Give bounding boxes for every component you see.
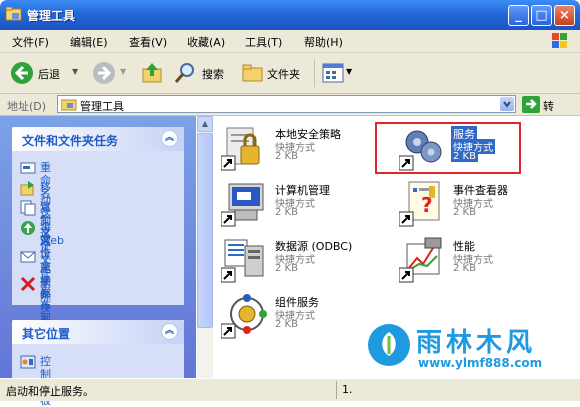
menu-edit[interactable]: 编辑(E) [70, 34, 108, 50]
minimize-icon: _ [515, 8, 522, 23]
windows-logo-icon [552, 33, 567, 48]
toolbar: 后退 ▼ ▼ 搜索 文件夹 ▼ [0, 53, 580, 94]
maximize-button[interactable]: □ [531, 5, 552, 26]
file-tasks-panel: 文件和文件夹任务 ︽ 重命名这个文件 移动这个文件 复制这个文件 将这个文件发布… [12, 127, 184, 366]
forward-button[interactable] [92, 61, 116, 85]
menu-help[interactable]: 帮助(H) [304, 34, 343, 50]
status-separator [336, 381, 337, 399]
other-places-panel: 其它位置 ︽ 控制面板 [12, 320, 184, 407]
rename-icon [20, 162, 36, 174]
menu-tools[interactable]: 工具(T) [245, 34, 282, 50]
status-text: 启动和停止服务。 [6, 385, 94, 398]
close-icon: × [559, 8, 570, 23]
folder-tools-icon [6, 7, 22, 21]
address-value: 管理工具 [80, 100, 124, 113]
address-input[interactable]: 管理工具 [57, 95, 516, 113]
computer-management-icon [221, 183, 264, 227]
collapse-icon[interactable]: ︽ [161, 323, 178, 340]
forward-dropdown-icon[interactable]: ▼ [120, 67, 126, 76]
menu-favorites[interactable]: 收藏(A) [187, 34, 225, 50]
publish-web-icon [21, 221, 35, 235]
file-size: 2 KB [451, 151, 478, 162]
file-size: 2 KB [453, 263, 476, 274]
views-button[interactable]: ▼ [320, 61, 356, 85]
menu-view[interactable]: 查看(V) [129, 34, 167, 50]
search-button[interactable]: 搜索 [172, 61, 234, 85]
email-icon [20, 251, 36, 263]
title-bar[interactable]: 管理工具 _ □ × [0, 0, 580, 30]
file-item[interactable]: ? 事件查看器 快捷方式 2 KB [397, 180, 567, 232]
views-icon [322, 63, 344, 83]
odbc-icon [221, 239, 264, 283]
control-panel-icon [20, 355, 36, 369]
watermark-logo-icon [368, 324, 410, 366]
window-title: 管理工具 [27, 9, 76, 23]
file-item[interactable]: 数据源 (ODBC) 快捷方式 2 KB [219, 236, 389, 288]
task-pane-scrollbar[interactable]: ▲ [197, 116, 213, 378]
watermark-title: 雨林木风 [416, 328, 537, 358]
menu-bar: 文件(F) 编辑(E) 查看(V) 收藏(A) 工具(T) 帮助(H) [0, 30, 580, 53]
folder-tools-icon [61, 99, 77, 111]
scroll-up-icon[interactable]: ▲ [197, 116, 213, 132]
file-item[interactable]: 性能 快捷方式 2 KB [397, 236, 567, 288]
close-button[interactable]: × [554, 5, 575, 26]
file-item-selected[interactable]: 服务 快捷方式 2 KB [397, 124, 567, 176]
folders-label: 文件夹 [267, 68, 300, 81]
event-viewer-icon: ? [399, 181, 440, 227]
address-bar: 地址(D) 管理工具 转到 [0, 94, 580, 129]
go-arrow-icon [522, 96, 540, 113]
search-icon [174, 63, 194, 83]
back-arrow-icon [11, 62, 33, 84]
back-dropdown-icon[interactable]: ▼ [72, 67, 78, 76]
file-size: 2 KB [275, 263, 298, 274]
watermark-url: www.ylmf888.com [418, 356, 543, 370]
task-label-line2: Web [40, 234, 64, 247]
maximize-icon: □ [535, 8, 548, 23]
file-size: 2 KB [275, 319, 298, 330]
folders-icon [242, 64, 263, 82]
file-size: 2 KB [453, 207, 476, 218]
address-label: 地址(D) [7, 100, 47, 113]
performance-icon [399, 237, 442, 283]
file-tasks-title: 文件和文件夹任务 [22, 134, 119, 148]
file-size: 2 KB [275, 207, 298, 218]
menu-file[interactable]: 文件(F) [12, 34, 49, 50]
component-services-icon [221, 294, 267, 339]
file-item[interactable]: 本地安全策略 快捷方式 2 KB [219, 124, 389, 176]
other-places-header[interactable]: 其它位置 ︽ [12, 320, 184, 344]
file-item[interactable]: 计算机管理 快捷方式 2 KB [219, 180, 389, 232]
copy-icon [20, 200, 36, 216]
task-pane: 文件和文件夹任务 ︽ 重命名这个文件 移动这个文件 复制这个文件 将这个文件发布… [0, 116, 196, 407]
back-button[interactable]: 后退 [8, 60, 70, 86]
address-dropdown-button[interactable] [500, 97, 514, 111]
folders-button[interactable]: 文件夹 [240, 61, 312, 85]
back-label: 后退 [38, 68, 60, 81]
local-security-policy-icon [221, 127, 260, 171]
up-folder-button[interactable] [140, 60, 164, 84]
other-places-title: 其它位置 [22, 327, 71, 341]
delete-icon [20, 276, 36, 292]
chevron-down-icon [503, 101, 511, 108]
search-label: 搜索 [202, 68, 224, 81]
status-bar: 启动和停止服务。 1. [0, 378, 580, 401]
toolbar-separator [314, 59, 315, 87]
status-pane-2: 1. [342, 383, 353, 396]
collapse-icon[interactable]: ︽ [161, 130, 178, 147]
services-icon [399, 130, 442, 171]
views-dropdown-icon: ▼ [346, 67, 353, 76]
scroll-thumb[interactable] [197, 133, 213, 328]
file-size: 2 KB [275, 151, 298, 162]
watermark: 雨林木风 www.ylmf888.com [360, 318, 576, 378]
move-icon [20, 181, 34, 196]
file-tasks-header[interactable]: 文件和文件夹任务 ︽ [12, 127, 184, 151]
minimize-button[interactable]: _ [508, 5, 529, 26]
